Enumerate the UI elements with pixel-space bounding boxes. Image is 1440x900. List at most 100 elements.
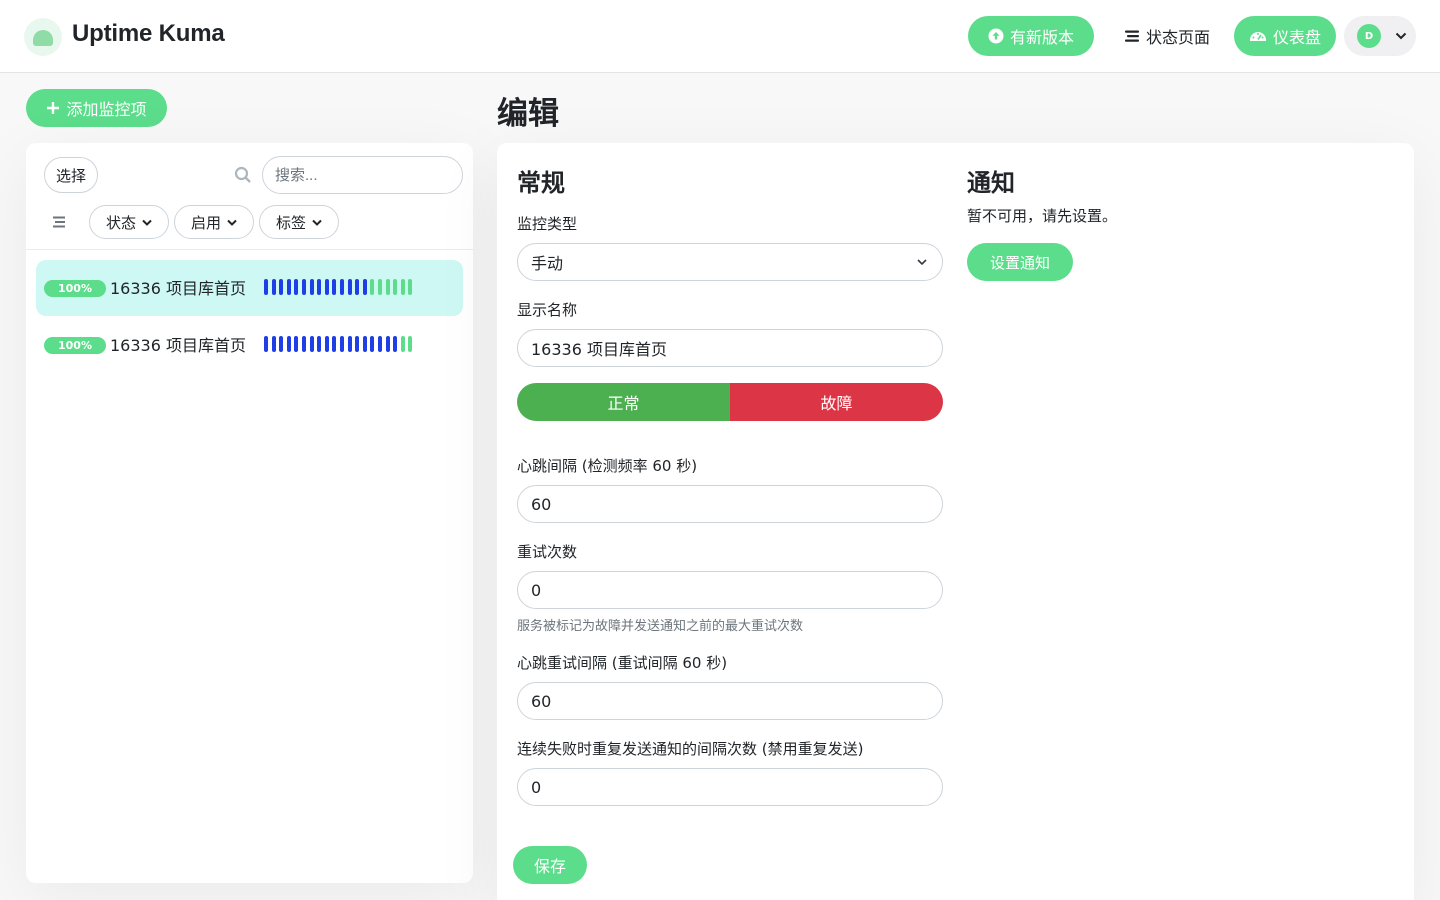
monitor-item[interactable]: 100% 16336 项目库首页 — [36, 317, 463, 373]
uptime-badge: 100% — [44, 337, 106, 354]
heartbeat-beat — [400, 279, 405, 295]
retry-interval-input[interactable]: 60 — [517, 682, 943, 720]
setup-notification-button[interactable]: 设置通知 — [967, 243, 1073, 281]
monitor-list-panel: 选择 状态 启用 标签 100% 16336 项目库首页 100% 16336 … — [26, 143, 473, 883]
heartbeat-beat — [271, 336, 276, 352]
heartbeat-beat — [264, 336, 268, 352]
heartbeat-beat — [408, 336, 413, 352]
heartbeat-beat — [309, 336, 314, 352]
display-name-label: 显示名称 — [517, 301, 578, 319]
heartbeat-beat — [377, 279, 382, 295]
resend-interval-input[interactable]: 0 — [517, 768, 943, 806]
plus-icon — [47, 102, 60, 114]
retry-interval-value: 60 — [531, 691, 552, 711]
heartbeat-beat — [324, 279, 329, 295]
chevron-down-icon — [917, 259, 927, 266]
heartbeat-beat — [362, 336, 367, 352]
heartbeat-beat — [400, 336, 405, 352]
retries-input[interactable]: 0 — [517, 571, 943, 609]
heartbeat-beat — [408, 279, 413, 295]
resend-interval-value: 0 — [531, 777, 542, 797]
chevron-down-icon — [227, 219, 237, 226]
filter-status[interactable]: 状态 — [89, 205, 169, 239]
notify-unavailable-text: 暂不可用，请先设置。 — [967, 207, 1118, 225]
heartbeat-beat — [317, 336, 322, 352]
status-up-button[interactable]: 正常 — [517, 383, 730, 421]
status-down-button[interactable]: 故障 — [730, 383, 943, 421]
heartbeat-interval-input[interactable]: 60 — [517, 485, 943, 523]
retries-value: 0 — [531, 580, 542, 600]
status-toggle[interactable]: 正常 故障 — [517, 383, 943, 421]
chevron-down-icon — [312, 219, 322, 226]
uptime-badge: 100% — [44, 280, 106, 297]
heartbeat-beat — [309, 279, 314, 295]
heartbeat-beat — [370, 279, 375, 295]
heartbeat-beat — [393, 279, 398, 295]
monitor-type-label: 监控类型 — [517, 215, 578, 233]
heartbeat-beat — [294, 336, 299, 352]
profile-dropdown[interactable]: D — [1344, 16, 1416, 56]
add-monitor-button[interactable]: 添加监控项 — [26, 89, 167, 127]
heartbeat-beat — [339, 279, 344, 295]
chevron-down-icon — [142, 219, 152, 226]
monitor-name: 16336 项目库首页 — [110, 279, 246, 298]
logo-icon[interactable] — [24, 18, 62, 56]
monitor-type-select[interactable]: 手动 — [517, 243, 943, 281]
heartbeat-beat — [355, 279, 360, 295]
heartbeat-beat — [324, 336, 329, 352]
heartbeat-beat — [332, 279, 337, 295]
sort-icon[interactable] — [53, 215, 67, 229]
brand-title[interactable]: Uptime Kuma — [72, 20, 225, 48]
filter-active-label: 启用 — [190, 213, 221, 232]
search-input[interactable] — [262, 156, 463, 194]
heartbeat-beat — [385, 279, 390, 295]
heartbeat-bar — [264, 336, 413, 352]
heartbeat-beat — [271, 279, 276, 295]
gauge-icon — [1249, 32, 1266, 41]
heartbeat-bar — [264, 279, 413, 295]
filter-status-label: 状态 — [105, 213, 136, 232]
heartbeat-interval-value: 60 — [531, 494, 552, 514]
new-version-button[interactable]: 有新版本 — [968, 16, 1094, 56]
retries-help-text: 服务被标记为故障并发送通知之前的最大重试次数 — [517, 619, 804, 634]
heartbeat-beat — [385, 336, 390, 352]
select-button[interactable]: 选择 — [44, 157, 98, 193]
heartbeat-beat — [339, 336, 344, 352]
heartbeat-beat — [286, 279, 291, 295]
filter-tags-label: 标签 — [275, 213, 306, 232]
list-icon — [1125, 30, 1139, 42]
heartbeat-beat — [279, 336, 284, 352]
general-section-title: 常规 — [517, 169, 565, 197]
add-monitor-label: 添加监控项 — [66, 100, 147, 119]
heartbeat-beat — [294, 279, 299, 295]
status-page-link[interactable]: 状态页面 — [1124, 24, 1210, 48]
heartbeat-beat — [317, 279, 322, 295]
dashboard-button[interactable]: 仪表盘 — [1234, 16, 1336, 56]
avatar: D — [1357, 24, 1381, 48]
heartbeat-beat — [301, 336, 306, 352]
edit-form-panel: 常规 监控类型 手动 显示名称 16336 项目库首页 正常 故障 心跳间隔 (… — [497, 143, 1414, 900]
filter-active[interactable]: 启用 — [174, 205, 254, 239]
monitor-item[interactable]: 100% 16336 项目库首页 — [36, 260, 463, 316]
resend-interval-label: 连续失败时重复发送通知的间隔次数 (禁用重复发送) — [517, 740, 864, 758]
display-name-value: 16336 项目库首页 — [531, 340, 667, 359]
heartbeat-beat — [355, 336, 360, 352]
heartbeat-beat — [362, 279, 367, 295]
page-title: 编辑 — [497, 96, 559, 132]
divider — [26, 249, 473, 250]
heartbeat-beat — [370, 336, 375, 352]
heartbeat-beat — [301, 279, 306, 295]
heartbeat-beat — [332, 336, 337, 352]
filter-tags[interactable]: 标签 — [259, 205, 339, 239]
notify-section-title: 通知 — [967, 169, 1015, 197]
new-version-label: 有新版本 — [1009, 28, 1074, 47]
chevron-down-icon — [1395, 32, 1407, 40]
status-page-label: 状态页面 — [1146, 28, 1211, 47]
retries-label: 重试次数 — [517, 543, 578, 561]
monitor-name: 16336 项目库首页 — [110, 336, 246, 355]
save-button[interactable]: 保存 — [513, 846, 587, 884]
heartbeat-beat — [264, 279, 268, 295]
display-name-input[interactable]: 16336 项目库首页 — [517, 329, 943, 367]
heartbeat-beat — [286, 336, 291, 352]
retry-interval-label: 心跳重试间隔 (重试间隔 60 秒) — [517, 654, 728, 672]
